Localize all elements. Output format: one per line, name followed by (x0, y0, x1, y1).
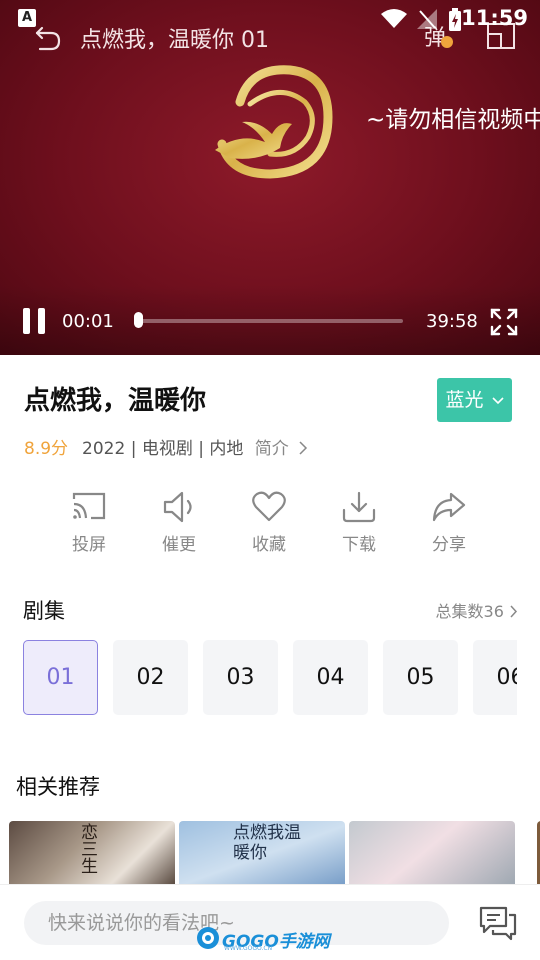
player-controls: 00:01 39:58 (0, 300, 540, 344)
heart-icon (252, 491, 286, 522)
episode-item[interactable]: 04 (293, 640, 368, 715)
cell-signal-icon (417, 9, 437, 29)
chevron-right-icon (510, 605, 518, 618)
current-time: 00:01 (62, 311, 114, 332)
progress-track[interactable] (136, 319, 403, 323)
episode-total-label: 总集数36 (435, 602, 504, 621)
episode-item[interactable]: 05 (383, 640, 458, 715)
action-label: 分享 (432, 535, 466, 555)
watermark-subtext: WWW.GOGO.CN (224, 945, 273, 952)
quality-selector[interactable]: 蓝光 (437, 378, 512, 422)
rating-score: 8.9分 (24, 439, 69, 459)
episode-item[interactable]: 01 (23, 640, 98, 715)
watermark-logo-icon (197, 927, 219, 949)
recommend-title: 相关推荐 (16, 775, 100, 799)
clock: 11:59 (461, 6, 528, 30)
page: A 11:59 点燃我，温暖你 01 弹 ~请勿相信视频中 00:01 39:5… (0, 0, 540, 960)
comments-icon[interactable] (478, 905, 518, 941)
recommend-poster[interactable]: 恋三生 (9, 821, 175, 888)
action-label: 催更 (162, 535, 196, 555)
action-label: 收藏 (252, 535, 286, 555)
episode-list: 01 02 03 04 05 06 (23, 640, 517, 716)
download-icon (342, 491, 376, 523)
recommend-poster[interactable] (349, 821, 515, 888)
urge-update-button[interactable]: 催更 (144, 490, 214, 555)
battery-icon (449, 8, 461, 31)
share-button[interactable]: 分享 (414, 490, 484, 555)
intro-link[interactable]: 简介 (255, 439, 308, 459)
chevron-right-icon (299, 441, 308, 455)
poster-title: 点燃我温暖你 (233, 823, 301, 863)
app-notification-icon: A (18, 9, 36, 27)
intro-label: 简介 (254, 439, 289, 459)
episodes-title: 剧集 (23, 599, 65, 623)
speaker-icon (163, 491, 192, 523)
show-meta: 8.9分 2022 | 电视剧 | 内地 简介 (24, 434, 308, 459)
cast-button[interactable]: 投屏 (54, 490, 124, 555)
action-label: 下载 (342, 535, 376, 555)
recommend-poster[interactable]: 点燃我温暖你 (179, 821, 345, 888)
action-label: 投屏 (72, 535, 106, 555)
danmu-on-badge (441, 36, 453, 48)
episode-item[interactable]: 02 (113, 640, 188, 715)
show-title: 点燃我，温暖你 (24, 386, 207, 416)
cast-icon (72, 492, 106, 520)
action-bar: 投屏 催更 收藏 下载 分享 (0, 490, 540, 570)
poster-title: 恋三生 (77, 823, 97, 874)
episode-total-link[interactable]: 总集数36 (436, 598, 518, 622)
episode-item[interactable]: 06 (473, 640, 517, 715)
chevron-down-icon (491, 396, 504, 404)
favorite-button[interactable]: 收藏 (234, 490, 304, 555)
share-icon (432, 492, 466, 522)
pause-icon[interactable] (23, 308, 47, 334)
wifi-icon (381, 9, 407, 28)
progress-thumb[interactable] (134, 312, 143, 328)
quality-label: 蓝光 (445, 389, 484, 411)
download-button[interactable]: 下载 (324, 490, 394, 555)
anti-fraud-marquee: ~请勿相信视频中 (366, 107, 540, 133)
episode-item[interactable]: 03 (203, 640, 278, 715)
duration: 39:58 (426, 311, 478, 332)
recommend-list: 恋三生 点燃我温暖你 (0, 818, 540, 888)
status-bar: A 11:59 (0, 0, 540, 34)
fullscreen-icon[interactable] (490, 308, 518, 336)
studio-logo (215, 65, 333, 179)
show-meta-text: 2022 | 电视剧 | 内地 (82, 439, 244, 459)
video-player[interactable]: A 11:59 点燃我，温暖你 01 弹 ~请勿相信视频中 00:01 39:5… (0, 0, 540, 355)
